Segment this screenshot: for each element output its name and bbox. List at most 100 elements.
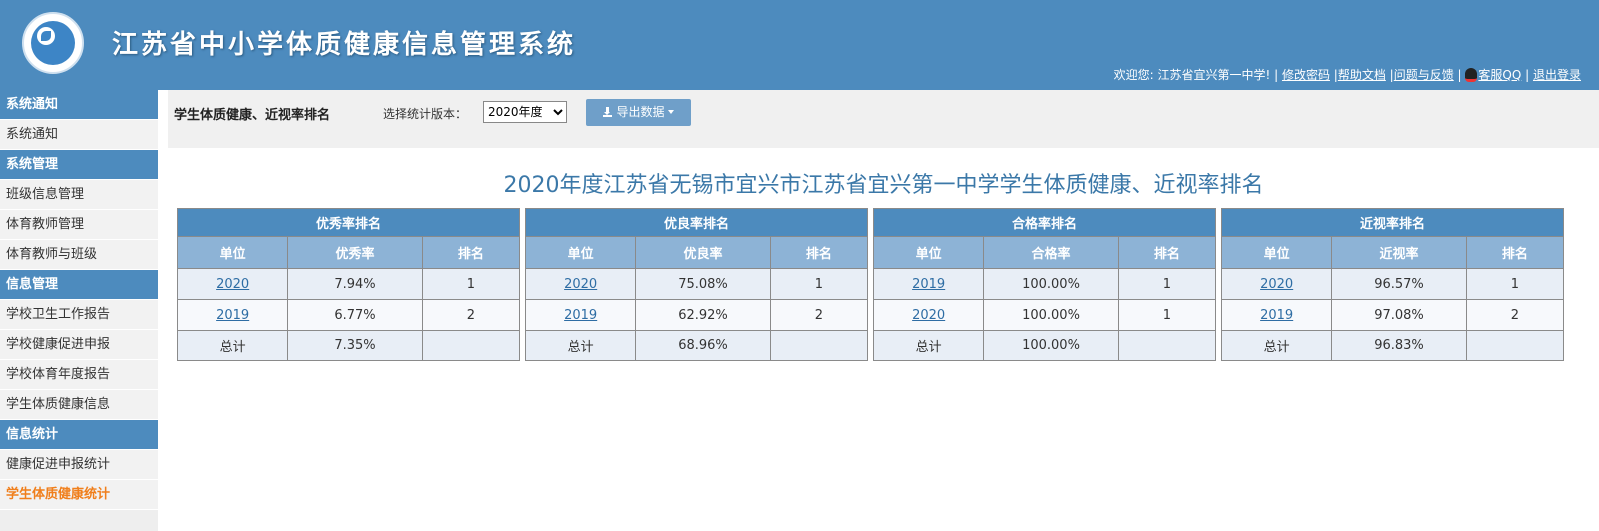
unit-link[interactable]: 2019 — [912, 277, 945, 292]
rate-cell: 96.57% — [1331, 268, 1467, 300]
app-header: 江苏省中小学体质健康信息管理系统 欢迎您: 江苏省宜兴第一中学! | 修改密码 … — [0, 0, 1599, 90]
column-header: 单位 — [176, 236, 289, 269]
unit-link[interactable]: 2020 — [912, 308, 945, 323]
column-header: 优良率 — [635, 236, 771, 269]
sidebar-item-health-promotion[interactable]: 学校健康促进申报 — [0, 330, 158, 360]
column-header: 近视率 — [1331, 236, 1467, 269]
logout-link[interactable]: 退出登录 — [1533, 68, 1581, 82]
unit-cell: 2019 — [524, 299, 637, 331]
rank-cell: 1 — [769, 268, 869, 300]
unit-cell: 2020 — [176, 268, 289, 300]
column-header: 排名 — [769, 236, 869, 269]
table-row: 2019 6.77% 2 — [176, 299, 521, 331]
rank-cell: 2 — [1465, 299, 1565, 331]
rate-cell: 62.92% — [635, 299, 771, 331]
customer-service-qq-link[interactable]: 客服QQ — [1478, 68, 1521, 82]
feedback-link[interactable]: 问题与反馈 — [1394, 68, 1454, 82]
total-rank-cell — [421, 330, 521, 361]
export-data-button[interactable]: 导出数据 — [586, 99, 691, 126]
unit-cell: 2020 — [1220, 268, 1333, 300]
download-icon — [603, 107, 613, 117]
welcome-text: 欢迎您: 江苏省宜兴第一中学! — [1113, 68, 1271, 82]
sidebar-group-stats[interactable]: 信息统计 — [0, 420, 158, 450]
total-label: 总计 — [1220, 330, 1333, 361]
sidebar-item-pe-annual-report[interactable]: 学校体育年度报告 — [0, 360, 158, 390]
total-rank-cell — [1117, 330, 1217, 361]
sidebar-item-teacher-class[interactable]: 体育教师与班级 — [0, 240, 158, 270]
ranking-table: 合格率排名 单位 合格率 排名 2019 100.00% 1 2020 100.00% 1 总计 10… — [872, 208, 1217, 361]
unit-cell: 2020 — [872, 299, 985, 331]
table-row: 2020 96.57% 1 — [1220, 268, 1565, 300]
total-label: 总计 — [872, 330, 985, 361]
page-heading: 学生体质健康、近视率排名 — [174, 108, 331, 123]
unit-link[interactable]: 2020 — [564, 277, 597, 292]
total-rate-cell: 96.83% — [1331, 330, 1467, 361]
table-title: 优良率排名 — [525, 208, 868, 237]
table-row: 2020 7.94% 1 — [176, 268, 521, 300]
ranking-table: 优秀率排名 单位 优秀率 排名 2020 7.94% 1 2019 6.77% 2 总计 7.35% — [176, 208, 521, 361]
help-docs-link[interactable]: 帮助文档 — [1338, 68, 1386, 82]
total-rate-cell: 100.00% — [983, 330, 1119, 361]
total-rate-cell: 7.35% — [287, 330, 423, 361]
unit-link[interactable]: 2019 — [216, 308, 249, 323]
total-rate-cell: 68.96% — [635, 330, 771, 361]
change-password-link[interactable]: 修改密码 — [1282, 68, 1330, 82]
column-header: 单位 — [1220, 236, 1333, 269]
total-rank-cell — [769, 330, 869, 361]
total-label: 总计 — [176, 330, 289, 361]
sidebar-group-info[interactable]: 信息管理 — [0, 270, 158, 300]
table-title: 合格率排名 — [873, 208, 1216, 237]
column-header: 排名 — [1117, 236, 1217, 269]
toolbar: 学生体质健康、近视率排名 选择统计版本： 2020年度 导出数据 — [168, 90, 1599, 148]
unit-link[interactable]: 2019 — [564, 308, 597, 323]
ranking-table: 近视率排名 单位 近视率 排名 2020 96.57% 1 2019 97.08% 2 总计 96.8… — [1220, 208, 1565, 361]
report-title: 2020年度江苏省无锡市宜兴市江苏省宜兴第一中学学生体质健康、近视率排名 — [503, 173, 1264, 198]
ranking-table: 优良率排名 单位 优良率 排名 2020 75.08% 1 2019 62.92% 2 总计 68.9… — [524, 208, 869, 361]
unit-link[interactable]: 2019 — [1260, 308, 1293, 323]
rank-cell: 1 — [1117, 268, 1217, 300]
sidebar-item-student-health-stats[interactable]: 学生体质健康统计 — [0, 480, 158, 510]
unit-cell: 2020 — [524, 268, 637, 300]
column-header: 排名 — [421, 236, 521, 269]
unit-link[interactable]: 2020 — [216, 277, 249, 292]
rate-cell: 7.94% — [287, 268, 423, 300]
version-select[interactable]: 2020年度 — [483, 101, 567, 123]
user-bar: 欢迎您: 江苏省宜兴第一中学! | 修改密码 |帮助文档 |问题与反馈 | 客服… — [1113, 68, 1581, 82]
table-title: 优秀率排名 — [177, 208, 520, 237]
total-rank-cell — [1465, 330, 1565, 361]
rate-cell: 100.00% — [983, 299, 1119, 331]
sidebar-item-student-health-info[interactable]: 学生体质健康信息 — [0, 390, 158, 420]
sidebar-group-system[interactable]: 系统管理 — [0, 150, 158, 180]
rank-cell: 2 — [769, 299, 869, 331]
sidebar-item-promotion-stats[interactable]: 健康促进申报统计 — [0, 450, 158, 480]
unit-cell: 2019 — [1220, 299, 1333, 331]
rate-cell: 100.00% — [983, 268, 1119, 300]
logo-icon — [22, 12, 84, 74]
sidebar-group-notice[interactable]: 系统通知 — [0, 90, 158, 120]
rank-cell: 1 — [1465, 268, 1565, 300]
system-title: 江苏省中小学体质健康信息管理系统 — [112, 30, 577, 60]
sidebar-item-notice[interactable]: 系统通知 — [0, 120, 158, 150]
rank-cell: 1 — [1117, 299, 1217, 331]
table-row: 2020 75.08% 1 — [524, 268, 869, 300]
total-row: 总计 7.35% — [176, 330, 521, 361]
unit-link[interactable]: 2020 — [1260, 277, 1293, 292]
table-row: 2019 97.08% 2 — [1220, 299, 1565, 331]
unit-cell: 2019 — [872, 268, 985, 300]
sidebar-item-pe-teacher[interactable]: 体育教师管理 — [0, 210, 158, 240]
total-row: 总计 100.00% — [872, 330, 1217, 361]
rate-cell: 97.08% — [1331, 299, 1467, 331]
column-header: 单位 — [524, 236, 637, 269]
sidebar-item-class-info[interactable]: 班级信息管理 — [0, 180, 158, 210]
total-row: 总计 96.83% — [1220, 330, 1565, 361]
table-title: 近视率排名 — [1221, 208, 1564, 237]
column-header: 排名 — [1465, 236, 1565, 269]
table-row: 2019 62.92% 2 — [524, 299, 869, 331]
rank-cell: 1 — [421, 268, 521, 300]
rate-cell: 6.77% — [287, 299, 423, 331]
column-header: 单位 — [872, 236, 985, 269]
column-header: 优秀率 — [287, 236, 423, 269]
unit-cell: 2019 — [176, 299, 289, 331]
rank-cell: 2 — [421, 299, 521, 331]
sidebar-item-hygiene-report[interactable]: 学校卫生工作报告 — [0, 300, 158, 330]
